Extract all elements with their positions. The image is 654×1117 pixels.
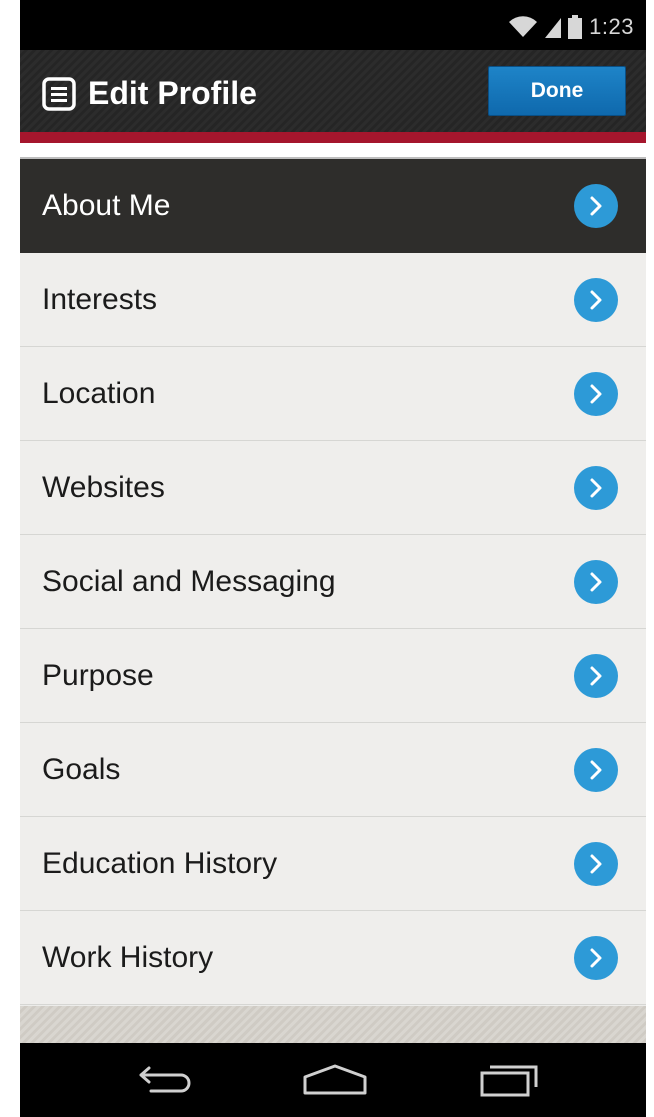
header-title-group: Edit Profile bbox=[42, 75, 257, 112]
list-item-label: Work History bbox=[42, 940, 214, 974]
list-item-label: Websites bbox=[42, 470, 165, 504]
chevron-right-icon[interactable] bbox=[574, 935, 618, 980]
list-item-label: Purpose bbox=[42, 658, 154, 692]
list-item-location[interactable]: Location bbox=[20, 347, 646, 441]
list-item-label: About Me bbox=[42, 188, 171, 222]
chevron-right-icon[interactable] bbox=[574, 277, 618, 322]
page-title: Edit Profile bbox=[88, 75, 257, 111]
list-item-label: Education History bbox=[42, 846, 278, 880]
battery-icon bbox=[568, 15, 583, 39]
chevron-right-icon[interactable] bbox=[574, 371, 618, 416]
list-item-websites[interactable]: Websites bbox=[20, 441, 646, 535]
list-footer-pattern bbox=[20, 1006, 646, 1043]
list-item-label: Interests bbox=[42, 282, 158, 316]
header-accent-bar bbox=[20, 132, 646, 143]
status-icons: 1:23 bbox=[508, 14, 634, 40]
signal-icon bbox=[545, 18, 562, 38]
chevron-right-icon[interactable] bbox=[574, 653, 618, 698]
done-button[interactable]: Done bbox=[488, 66, 626, 116]
app-header: Edit Profile Done bbox=[20, 50, 646, 132]
list-item-label: Social and Messaging bbox=[42, 564, 336, 598]
list-item-interests[interactable]: Interests bbox=[20, 253, 646, 347]
phone-frame: 1:23 Edit Profile Done About Me Interest… bbox=[0, 0, 654, 1117]
list-item-work-history[interactable]: Work History bbox=[20, 911, 646, 1005]
document-icon bbox=[42, 76, 76, 111]
profile-section-list: About Me Interests Location Websites Soc… bbox=[20, 159, 646, 1005]
list-item-education-history[interactable]: Education History bbox=[20, 817, 646, 911]
home-icon[interactable] bbox=[300, 1057, 370, 1103]
chevron-right-icon[interactable] bbox=[574, 183, 618, 228]
system-nav-bar bbox=[20, 1043, 646, 1117]
app-screen: 1:23 Edit Profile Done About Me Interest… bbox=[20, 0, 646, 1117]
recent-apps-icon[interactable] bbox=[474, 1057, 544, 1103]
wifi-icon bbox=[509, 16, 538, 37]
chevron-right-icon[interactable] bbox=[574, 559, 618, 604]
list-item-about-me[interactable]: About Me bbox=[20, 159, 646, 253]
list-item-purpose[interactable]: Purpose bbox=[20, 629, 646, 723]
list-item-label: Goals bbox=[42, 752, 121, 786]
list-item-label: Location bbox=[42, 376, 156, 410]
chevron-right-icon[interactable] bbox=[574, 841, 618, 886]
list-item-social-and-messaging[interactable]: Social and Messaging bbox=[20, 535, 646, 629]
list-item-goals[interactable]: Goals bbox=[20, 723, 646, 817]
back-icon[interactable] bbox=[132, 1057, 202, 1103]
header-divider bbox=[20, 143, 646, 157]
clock-time: 1:23 bbox=[589, 14, 634, 39]
status-bar: 1:23 bbox=[20, 0, 646, 50]
chevron-right-icon[interactable] bbox=[574, 465, 618, 510]
chevron-right-icon[interactable] bbox=[574, 747, 618, 792]
